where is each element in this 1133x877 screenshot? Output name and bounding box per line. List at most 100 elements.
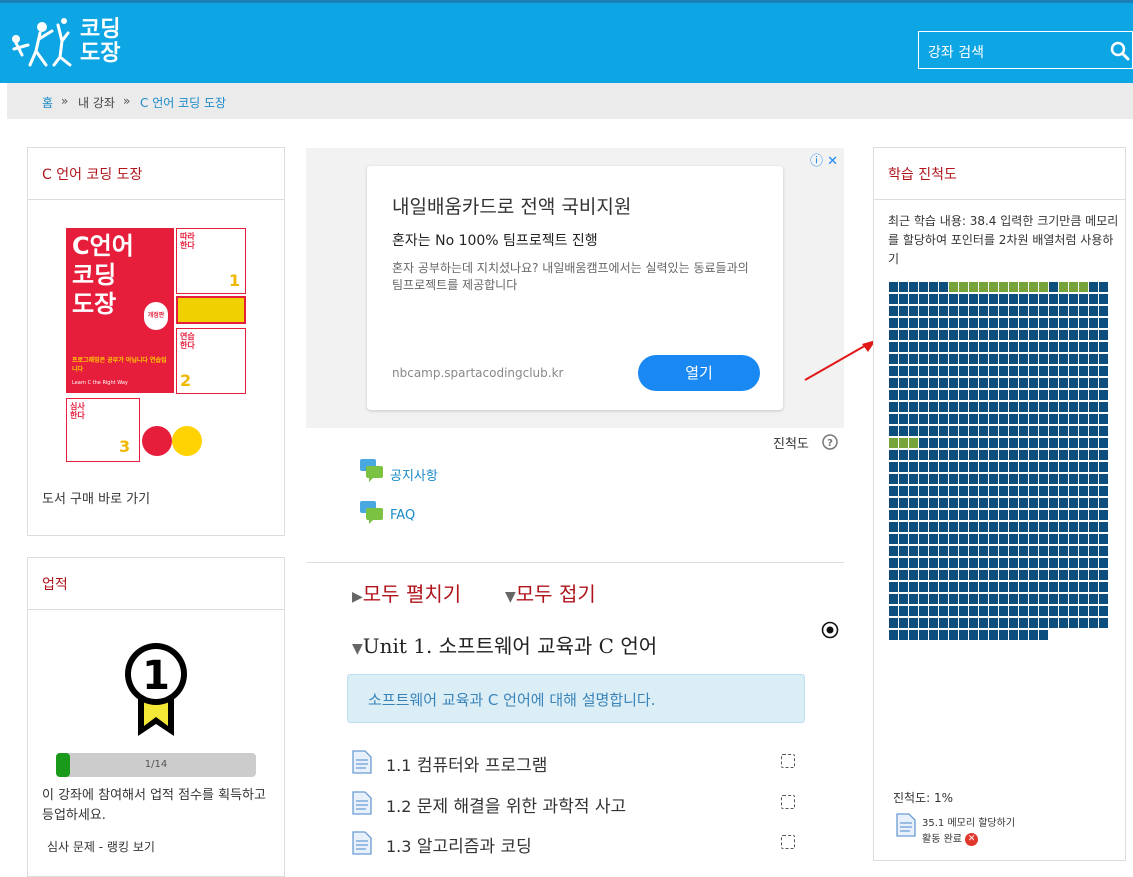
- progress-cell[interactable]: [959, 558, 968, 568]
- progress-cell[interactable]: [949, 450, 958, 460]
- progress-cell[interactable]: [969, 354, 978, 364]
- progress-cell[interactable]: [999, 366, 1008, 376]
- progress-cell[interactable]: [909, 306, 918, 316]
- progress-cell[interactable]: [959, 606, 968, 616]
- progress-cell[interactable]: [1099, 378, 1108, 388]
- progress-cell[interactable]: [1089, 558, 1098, 568]
- progress-cell[interactable]: [1099, 498, 1108, 508]
- progress-cell[interactable]: [1019, 390, 1028, 400]
- progress-cell[interactable]: [1079, 570, 1088, 580]
- progress-cell[interactable]: [999, 438, 1008, 448]
- progress-cell[interactable]: [1039, 546, 1048, 556]
- progress-cell[interactable]: [1049, 378, 1058, 388]
- search-icon[interactable]: [1110, 41, 1130, 61]
- progress-cell[interactable]: [969, 414, 978, 424]
- progress-cell[interactable]: [959, 318, 968, 328]
- progress-cell[interactable]: [1019, 498, 1028, 508]
- progress-cell[interactable]: [1029, 414, 1038, 424]
- progress-cell[interactable]: [1099, 390, 1108, 400]
- progress-cell[interactable]: [919, 462, 928, 472]
- progress-cell[interactable]: [979, 486, 988, 496]
- progress-cell[interactable]: [909, 354, 918, 364]
- progress-cell[interactable]: [1029, 462, 1038, 472]
- progress-cell[interactable]: [1029, 390, 1038, 400]
- progress-cell[interactable]: [1079, 546, 1088, 556]
- progress-cell[interactable]: [1019, 306, 1028, 316]
- progress-cell[interactable]: [959, 510, 968, 520]
- progress-cell[interactable]: [1099, 606, 1108, 616]
- progress-cell[interactable]: [1029, 294, 1038, 304]
- progress-cell[interactable]: [929, 390, 938, 400]
- progress-cell[interactable]: [1099, 318, 1108, 328]
- progress-cell[interactable]: [1029, 630, 1038, 640]
- progress-cell[interactable]: [929, 318, 938, 328]
- progress-cell[interactable]: [889, 342, 898, 352]
- progress-cell[interactable]: [949, 342, 958, 352]
- progress-cell[interactable]: [1099, 486, 1108, 496]
- progress-cell[interactable]: [1049, 366, 1058, 376]
- progress-cell[interactable]: [1049, 570, 1058, 580]
- progress-cell[interactable]: [989, 330, 998, 340]
- progress-cell[interactable]: [929, 354, 938, 364]
- progress-cell[interactable]: [919, 474, 928, 484]
- breadcrumb-home[interactable]: 홈: [42, 94, 53, 111]
- progress-cell[interactable]: [1089, 498, 1098, 508]
- progress-cell[interactable]: [999, 582, 1008, 592]
- progress-cell[interactable]: [1079, 474, 1088, 484]
- progress-cell[interactable]: [929, 582, 938, 592]
- progress-cell[interactable]: [1029, 618, 1038, 628]
- progress-cell[interactable]: [1019, 354, 1028, 364]
- progress-cell[interactable]: [919, 534, 928, 544]
- progress-cell[interactable]: [909, 414, 918, 424]
- progress-cell[interactable]: [909, 498, 918, 508]
- progress-cell[interactable]: [1069, 534, 1078, 544]
- progress-cell[interactable]: [979, 546, 988, 556]
- progress-cell[interactable]: [949, 630, 958, 640]
- progress-cell[interactable]: [1009, 558, 1018, 568]
- progress-cell[interactable]: [1039, 282, 1048, 292]
- progress-cell[interactable]: [1019, 318, 1028, 328]
- progress-cell[interactable]: [1089, 282, 1098, 292]
- progress-cell[interactable]: [1019, 630, 1028, 640]
- progress-cell[interactable]: [1029, 474, 1038, 484]
- progress-cell[interactable]: [1019, 570, 1028, 580]
- progress-cell[interactable]: [889, 582, 898, 592]
- progress-cell[interactable]: [1059, 582, 1068, 592]
- progress-cell[interactable]: [1089, 438, 1098, 448]
- progress-cell[interactable]: [1039, 534, 1048, 544]
- progress-cell[interactable]: [1069, 354, 1078, 364]
- progress-cell[interactable]: [1079, 306, 1088, 316]
- progress-cell[interactable]: [1009, 594, 1018, 604]
- progress-cell[interactable]: [1059, 414, 1068, 424]
- progress-cell[interactable]: [979, 426, 988, 436]
- progress-cell[interactable]: [969, 498, 978, 508]
- progress-cell[interactable]: [939, 438, 948, 448]
- progress-cell[interactable]: [989, 534, 998, 544]
- progress-cell[interactable]: [1079, 582, 1088, 592]
- progress-cell[interactable]: [979, 630, 988, 640]
- progress-cell[interactable]: [1089, 306, 1098, 316]
- progress-cell[interactable]: [1099, 354, 1108, 364]
- progress-cell[interactable]: [1049, 618, 1058, 628]
- progress-cell[interactable]: [909, 630, 918, 640]
- search-input[interactable]: 강좌 검색: [928, 42, 984, 62]
- site-logo-text[interactable]: 코딩 도장: [80, 19, 120, 65]
- progress-cell[interactable]: [959, 630, 968, 640]
- progress-cell[interactable]: [1039, 426, 1048, 436]
- progress-cell[interactable]: [1029, 438, 1038, 448]
- progress-cell[interactable]: [1059, 294, 1068, 304]
- lesson-link[interactable]: 1.1 컴퓨터와 프로그램: [350, 751, 547, 776]
- progress-cell[interactable]: [899, 522, 908, 532]
- progress-cell[interactable]: [989, 486, 998, 496]
- progress-cell[interactable]: [1079, 354, 1088, 364]
- progress-cell[interactable]: [1019, 486, 1028, 496]
- progress-cell[interactable]: [939, 354, 948, 364]
- progress-cell[interactable]: [1019, 330, 1028, 340]
- progress-cell[interactable]: [949, 618, 958, 628]
- progress-cell[interactable]: [1089, 522, 1098, 532]
- progress-cell[interactable]: [979, 570, 988, 580]
- progress-cell[interactable]: [999, 558, 1008, 568]
- progress-cell[interactable]: [889, 570, 898, 580]
- progress-cell[interactable]: [1049, 306, 1058, 316]
- progress-cell[interactable]: [889, 366, 898, 376]
